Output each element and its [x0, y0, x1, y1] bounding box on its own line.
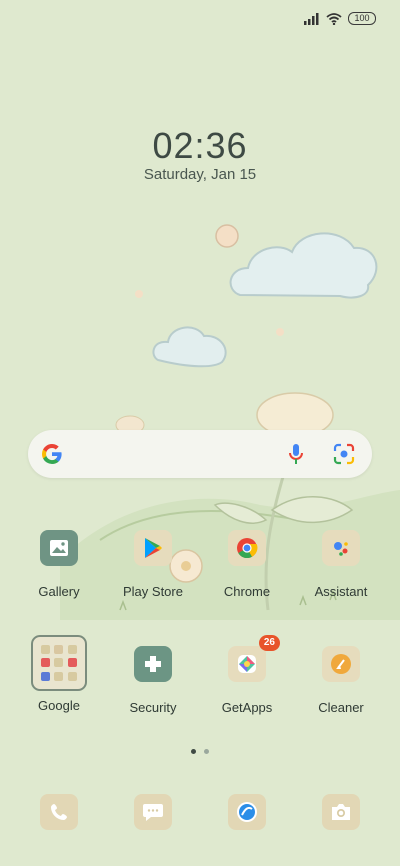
signal-icon	[304, 12, 319, 25]
app-label: Cleaner	[318, 700, 364, 715]
page-indicator	[0, 749, 400, 754]
microphone-icon[interactable]	[284, 442, 308, 466]
lens-camera-icon[interactable]	[332, 442, 356, 466]
app-play-store[interactable]: Play Store	[106, 530, 200, 599]
chrome-icon	[228, 530, 266, 566]
camera-icon	[332, 804, 350, 820]
app-cleaner[interactable]: Cleaner	[294, 646, 388, 715]
wifi-icon	[326, 12, 342, 25]
phone-icon	[51, 804, 67, 820]
play-store-icon	[134, 530, 172, 566]
assistant-icon	[322, 530, 360, 566]
browser-icon	[237, 802, 257, 822]
clock-time: 02:36	[152, 125, 248, 166]
page-dot-active[interactable]	[191, 749, 196, 754]
dock-camera[interactable]	[322, 794, 360, 830]
app-assistant[interactable]: Assistant	[294, 530, 388, 599]
app-label: Chrome	[223, 584, 271, 599]
app-label: Google	[38, 698, 80, 713]
app-label: Security	[129, 700, 177, 715]
messages-icon	[143, 804, 163, 821]
app-getapps[interactable]: 26 GetApps	[200, 635, 294, 715]
dock-messages[interactable]	[134, 794, 172, 830]
app-label: Assistant	[314, 584, 368, 599]
dock-browser[interactable]	[228, 794, 266, 830]
app-label: GetApps	[221, 700, 273, 715]
dock-phone[interactable]	[40, 794, 78, 830]
page-dot[interactable]	[204, 749, 209, 754]
google-search-bar[interactable]	[28, 430, 372, 478]
app-security[interactable]: Security	[106, 646, 200, 715]
app-chrome[interactable]: Chrome	[200, 530, 294, 599]
cleaner-icon	[322, 646, 360, 682]
app-gallery[interactable]: Gallery	[12, 530, 106, 599]
app-label: Gallery	[38, 584, 80, 599]
gallery-icon	[40, 530, 78, 566]
folder-icon	[31, 635, 87, 691]
getapps-icon: 26	[228, 635, 280, 682]
notification-badge: 26	[258, 635, 280, 651]
folder-google[interactable]: Google	[12, 635, 106, 713]
status-bar: 100	[304, 12, 376, 25]
google-g-icon	[41, 444, 62, 465]
clock-date: Saturday, Jan 15	[143, 166, 257, 183]
app-label: Play Store	[123, 584, 183, 599]
security-icon	[134, 646, 172, 682]
battery-icon: 100	[348, 12, 376, 25]
clock-widget[interactable]: 02:36 Saturday, Jan 15	[0, 125, 400, 184]
